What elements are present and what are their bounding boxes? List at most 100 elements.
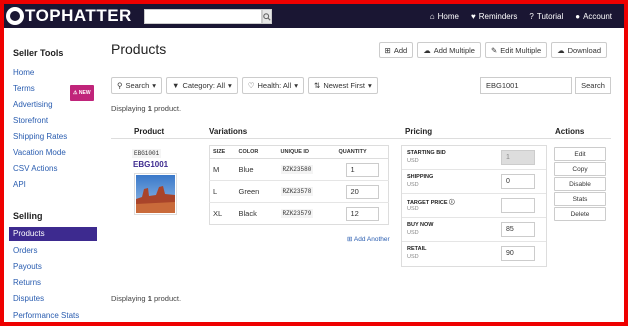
nav-account[interactable]: ● Account (575, 12, 612, 21)
sort-icon: ⇅ (314, 81, 321, 90)
quantity-input[interactable]: 12 (345, 206, 379, 221)
delete-button[interactable]: Delete (554, 207, 606, 221)
sort-label: Newest First (323, 81, 366, 90)
pricing-row-starting-bid: STARTING BID USD 1 (402, 146, 546, 170)
displaying-prefix: Displaying (111, 294, 146, 303)
plus-icon: ⊞ (384, 45, 391, 55)
sidebar: Seller Tools Home Terms ⚠ NEW Advertisin… (4, 28, 102, 322)
health-filter-label: Health: All (257, 81, 292, 90)
main-content: Products ⊞ Add ☁ Add Multiple ✎ Edit Multip… (102, 28, 624, 322)
sidebar-item-advertising[interactable]: Advertising (13, 98, 53, 112)
displaying-count: 1 (147, 104, 152, 113)
sidebar-item-storefront[interactable]: Storefront (13, 114, 48, 128)
sidebar-item-csv-actions[interactable]: CSV Actions (13, 162, 57, 176)
variation-color: Green (235, 180, 278, 203)
sidebar-item-vacation-mode[interactable]: Vacation Mode (13, 146, 66, 160)
question-icon: ? (529, 11, 534, 21)
product-actions-toolbar: ⊞ Add ☁ Add Multiple ✎ Edit Multiple ☁ Downl… (378, 42, 607, 58)
quantity-input[interactable]: 20 (345, 184, 379, 199)
add-multiple-label: Add Multiple (433, 45, 475, 55)
quantity-input[interactable]: 1 (345, 162, 379, 177)
sidebar-item-products[interactable]: Products (9, 227, 97, 241)
disable-button[interactable]: Disable (554, 177, 606, 191)
search-filter-label: Search (125, 81, 150, 90)
retail-label: RETAIL (407, 246, 427, 252)
category-filter-dropdown[interactable]: ▼ Category: All ▾ (166, 77, 238, 94)
displaying-prefix: Displaying (111, 104, 146, 113)
stats-button[interactable]: Stats (554, 192, 606, 206)
variation-unique-id: RZK23579 (277, 202, 336, 225)
add-another-label: Add Another (353, 236, 390, 243)
logo[interactable]: TOPHATTER (6, 5, 132, 27)
sidebar-item-orders[interactable]: Orders (13, 244, 37, 258)
caret-down-icon: ▾ (228, 81, 232, 90)
download-button[interactable]: ☁ Download (551, 42, 607, 58)
column-header-product: Product (134, 127, 165, 136)
product-name-link[interactable]: EBG1001 (133, 160, 168, 169)
global-search-button[interactable] (262, 9, 272, 24)
search-button[interactable]: Search (575, 77, 611, 94)
global-search (144, 9, 272, 24)
variation-uid-text: RZK23580 (280, 165, 314, 174)
displaying-suffix: product. (153, 104, 182, 113)
page-frame: TOPHATTER ⌂ Home ♥ Reminders ? Tutorial ● Ac… (4, 4, 624, 322)
variation-color: Black (235, 202, 278, 225)
add-button-label: Add (393, 45, 408, 55)
top-nav-links: ⌂ Home ♥ Reminders ? Tutorial ● Account (430, 4, 612, 28)
sidebar-heading-selling: Selling (13, 211, 43, 221)
search-filter-dropdown[interactable]: ⚲ Search ▾ (111, 77, 163, 94)
edit-button[interactable]: Edit (554, 147, 606, 161)
health-filter-dropdown[interactable]: ♡ Health: All ▾ (241, 77, 305, 94)
caret-down-icon: ▾ (294, 81, 299, 90)
edit-multiple-button[interactable]: ✎ Edit Multiple (484, 42, 548, 58)
sidebar-item-home[interactable]: Home (13, 66, 34, 80)
global-search-input[interactable] (144, 9, 262, 24)
product-sku-code: EBG1001 (132, 149, 162, 158)
sidebar-item-returns[interactable]: Returns (13, 276, 41, 290)
nav-reminders-label: Reminders (478, 11, 518, 21)
product-thumbnail[interactable] (134, 173, 177, 215)
info-icon[interactable]: ⓘ (449, 200, 455, 206)
variations-header-row: SIZE COLOR UNIQUE ID QUANTITY (209, 145, 389, 159)
sidebar-item-performance-stats[interactable]: Performance Stats (13, 309, 79, 322)
variations-col-unique-id: UNIQUE ID (277, 145, 336, 159)
add-another-link[interactable]: ⊞ Add Another (347, 235, 390, 243)
table-header-divider (111, 138, 611, 139)
sidebar-item-disputes[interactable]: Disputes (13, 292, 44, 306)
caret-down-icon: ▾ (152, 81, 157, 90)
sidebar-item-terms[interactable]: Terms ⚠ NEW (13, 82, 98, 101)
nav-reminders[interactable]: ♥ Reminders (471, 12, 517, 21)
sidebar-heading-seller-tools: Seller Tools (13, 48, 64, 58)
variation-size: M (209, 158, 236, 181)
column-header-actions: Actions (555, 127, 585, 136)
search-icon (263, 12, 271, 21)
sidebar-item-api[interactable]: API (13, 178, 26, 192)
nav-tutorial[interactable]: ? Tutorial (529, 12, 563, 21)
sidebar-item-shipping-rates[interactable]: Shipping Rates (13, 130, 67, 144)
currency-label: USD (407, 206, 419, 212)
table-row: L Green RZK23578 20 (209, 180, 389, 203)
starting-bid-label: STARTING BID (407, 150, 446, 156)
warning-icon: ⚠ (73, 90, 78, 96)
retail-input[interactable]: 90 (501, 246, 535, 261)
currency-label: USD (407, 254, 419, 260)
target-price-label-wrap: TARGET PRICE ⓘ (407, 198, 455, 206)
add-multiple-button[interactable]: ☁ Add Multiple (417, 42, 481, 58)
currency-label: USD (407, 182, 419, 188)
sort-dropdown[interactable]: ⇅ Newest First ▾ (308, 77, 378, 94)
shipping-label: SHIPPING (407, 174, 434, 180)
filter-icon: ▼ (172, 81, 180, 90)
plus-square-icon: ⊞ (347, 236, 353, 243)
copy-button[interactable]: Copy (554, 162, 606, 176)
target-price-input[interactable] (501, 198, 535, 213)
shipping-input[interactable]: 0 (501, 174, 535, 189)
variations-col-size: SIZE (209, 145, 236, 159)
pricing-row-target-price: TARGET PRICE ⓘ USD (402, 194, 546, 218)
product-search-input[interactable]: EBG1001 (480, 77, 572, 94)
sidebar-item-payouts[interactable]: Payouts (13, 260, 42, 274)
nav-home[interactable]: ⌂ Home (430, 12, 459, 21)
add-button[interactable]: ⊞ Add (378, 42, 414, 58)
buy-now-input[interactable]: 85 (501, 222, 535, 237)
currency-label: USD (407, 230, 419, 236)
pricing-row-retail: RETAIL USD 90 (402, 242, 546, 266)
